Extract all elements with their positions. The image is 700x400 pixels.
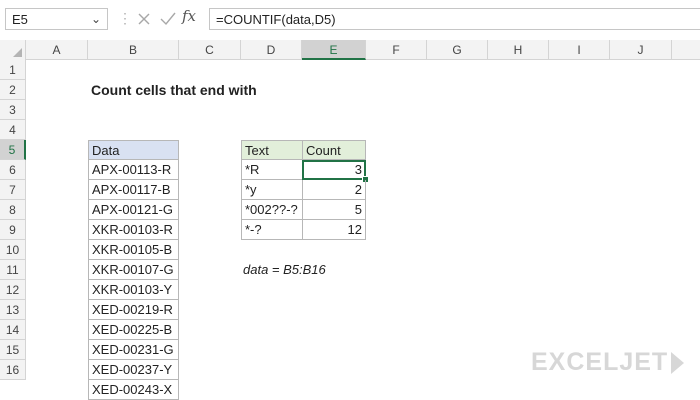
column-header-g[interactable]: G	[427, 40, 488, 60]
row-header-14[interactable]: 14	[0, 320, 26, 340]
row-header-8[interactable]: 8	[0, 200, 26, 220]
check-icon[interactable]	[158, 8, 178, 30]
data-cell[interactable]: XKR-00103-R	[88, 220, 179, 240]
row-header-16[interactable]: 16	[0, 360, 26, 380]
data-cell[interactable]: XKR-00103-Y	[88, 280, 179, 300]
logo-text: EXCELJET	[531, 348, 669, 376]
text-cell[interactable]: *y	[241, 180, 303, 200]
sheet-title[interactable]: Count cells that end with	[88, 80, 260, 100]
data-cell[interactable]: XED-00237-Y	[88, 360, 179, 380]
row-header-5[interactable]: 5	[0, 140, 26, 160]
row-header-7[interactable]: 7	[0, 180, 26, 200]
row-header-13[interactable]: 13	[0, 300, 26, 320]
grip-icon: ⋮	[118, 10, 132, 26]
data-cell[interactable]: APX-00121-G	[88, 200, 179, 220]
text-cell[interactable]: *R	[241, 160, 303, 180]
data-cell[interactable]: XKR-00105-B	[88, 240, 179, 260]
row-header-1[interactable]: 1	[0, 60, 26, 80]
data-cell[interactable]: APX-00113-R	[88, 160, 179, 180]
column-header-j[interactable]: J	[610, 40, 672, 60]
column-header-a[interactable]: A	[26, 40, 88, 60]
formula-bar: E5 ⌄ ⋮ fx =COUNTIF(data,D5)	[0, 0, 700, 40]
row-header-10[interactable]: 10	[0, 240, 26, 260]
named-range-note[interactable]: data = B5:B16	[240, 260, 329, 280]
data-cell[interactable]: XED-00231-G	[88, 340, 179, 360]
row-header-12[interactable]: 12	[0, 280, 26, 300]
worksheet-grid: A B C D E F G H I J 1 2 3 4 5 6 7 8 9 10…	[0, 40, 700, 400]
data-cell[interactable]: APX-00117-B	[88, 180, 179, 200]
row-header-11[interactable]: 11	[0, 260, 26, 280]
count-cell-selected[interactable]: 3	[302, 160, 366, 180]
row-header-3[interactable]: 3	[0, 100, 26, 120]
column-header-b[interactable]: B	[88, 40, 179, 60]
column-header-d[interactable]: D	[241, 40, 302, 60]
x-icon[interactable]	[134, 8, 154, 30]
fx-icon[interactable]: fx	[182, 7, 196, 25]
logo-arrow-icon	[671, 352, 685, 375]
column-header-h[interactable]: H	[488, 40, 549, 60]
row-header-15[interactable]: 15	[0, 340, 26, 360]
row-header-9[interactable]: 9	[0, 220, 26, 240]
data-cell[interactable]: XKR-00107-G	[88, 260, 179, 280]
text-header-cell[interactable]: Text	[241, 140, 303, 160]
column-header-f[interactable]: F	[366, 40, 427, 60]
data-cell[interactable]: XED-00225-B	[88, 320, 179, 340]
column-header-i[interactable]: I	[549, 40, 610, 60]
count-cell[interactable]: 2	[302, 180, 366, 200]
select-all-triangle-icon	[13, 48, 22, 57]
name-box-value: E5	[12, 12, 28, 27]
text-cell[interactable]: *-?	[241, 220, 303, 240]
row-header-4[interactable]: 4	[0, 120, 26, 140]
chevron-down-icon[interactable]: ⌄	[91, 12, 101, 26]
count-header-cell[interactable]: Count	[302, 140, 366, 160]
formula-input[interactable]: =COUNTIF(data,D5)	[209, 8, 700, 30]
count-cell[interactable]: 12	[302, 220, 366, 240]
formula-text: =COUNTIF(data,D5)	[216, 12, 336, 27]
column-header-e[interactable]: E	[302, 40, 366, 60]
name-box[interactable]: E5 ⌄	[5, 8, 108, 30]
row-header-6[interactable]: 6	[0, 160, 26, 180]
text-cell[interactable]: *002??-?	[241, 200, 303, 220]
data-cell[interactable]: XED-00243-X	[88, 380, 179, 400]
data-cell[interactable]: XED-00219-R	[88, 300, 179, 320]
exceljet-logo: EXCELJET	[531, 348, 685, 377]
select-all-button[interactable]	[0, 40, 26, 60]
data-header-cell[interactable]: Data	[88, 140, 179, 160]
count-cell[interactable]: 5	[302, 200, 366, 220]
column-header-c[interactable]: C	[179, 40, 241, 60]
row-header-2[interactable]: 2	[0, 80, 26, 100]
column-header-row: A B C D E F G H I J	[0, 40, 700, 60]
